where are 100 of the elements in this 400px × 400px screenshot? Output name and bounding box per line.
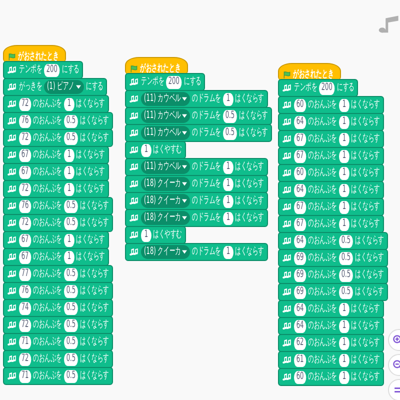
number-input[interactable]: 1 bbox=[338, 116, 350, 128]
number-input[interactable]: 69 bbox=[294, 286, 306, 298]
number-input[interactable]: 60 bbox=[294, 166, 306, 180]
code-block[interactable]: 64 のおんぷを 1 はくならす bbox=[278, 113, 384, 131]
number-input[interactable]: 0.5 bbox=[64, 114, 78, 128]
number-input[interactable]: 0.5 bbox=[64, 370, 78, 382]
number-input[interactable]: 64 bbox=[294, 320, 306, 332]
number-input[interactable]: 76 bbox=[19, 200, 32, 212]
code-block[interactable]: 72 のおんぷを 1 はくならす bbox=[3, 180, 110, 198]
code-block[interactable]: 72 のおんぷを 0.5 はくならす bbox=[3, 129, 113, 147]
code-block[interactable]: 76 のおんぷを 0.5 はくならす bbox=[3, 112, 113, 130]
number-input[interactable]: 61 bbox=[294, 354, 306, 366]
code-block[interactable]: 60 のおんぷを 1 はくならす bbox=[278, 368, 384, 386]
number-input[interactable]: 74 bbox=[19, 302, 32, 314]
code-block[interactable]: 67 のおんぷを 1 はくならす bbox=[3, 163, 110, 181]
number-input[interactable]: 1 bbox=[64, 98, 74, 110]
number-input[interactable]: 67 bbox=[19, 250, 32, 264]
number-input[interactable]: 72 bbox=[19, 132, 32, 144]
dropdown[interactable]: (1) ピアノ bbox=[44, 80, 84, 94]
number-input[interactable]: 71 bbox=[19, 336, 32, 348]
number-input[interactable]: 1 bbox=[222, 160, 234, 174]
code-block[interactable]: 67 のおんぷを 1 はくならす bbox=[3, 248, 110, 266]
number-input[interactable]: 0.5 bbox=[64, 216, 78, 230]
number-input[interactable]: 67 bbox=[19, 166, 32, 178]
number-input[interactable]: 72 bbox=[19, 182, 32, 196]
number-input[interactable]: 1 bbox=[338, 302, 350, 316]
number-input[interactable]: 200 bbox=[319, 82, 335, 94]
code-block[interactable]: 64 のおんぷを 1 はくならす bbox=[278, 181, 384, 199]
number-input[interactable]: 76 bbox=[19, 114, 32, 128]
number-input[interactable]: 67 bbox=[294, 132, 306, 146]
number-input[interactable]: 71 bbox=[19, 370, 32, 382]
number-input[interactable]: 1 bbox=[222, 194, 234, 208]
code-block[interactable]: 77 のおんぷを 0.5 はくならす bbox=[3, 265, 113, 283]
number-input[interactable]: 0.5 bbox=[222, 110, 237, 122]
code-block[interactable]: (18) クイーカ のドラムを 1 はくならす bbox=[125, 243, 268, 261]
number-input[interactable]: 0.5 bbox=[64, 268, 78, 280]
number-input[interactable]: 67 bbox=[294, 218, 306, 230]
code-block[interactable]: 1 はくやすむ bbox=[125, 141, 186, 159]
dropdown[interactable]: (18) クイーカ bbox=[141, 245, 190, 259]
number-input[interactable]: 0.5 bbox=[338, 268, 353, 282]
number-input[interactable]: 64 bbox=[294, 302, 306, 316]
number-input[interactable]: 62 bbox=[294, 336, 306, 350]
code-block[interactable]: 64 のおんぷを 0.5 はくならす bbox=[278, 232, 388, 250]
code-block[interactable]: テンポを 200 にする bbox=[278, 79, 358, 97]
code-block[interactable]: 67 のおんぷを 1 はくならす bbox=[278, 130, 384, 148]
number-input[interactable]: 200 bbox=[166, 76, 182, 88]
number-input[interactable]: 0.5 bbox=[64, 336, 78, 348]
number-input[interactable]: 64 bbox=[294, 184, 306, 196]
number-input[interactable]: 1 bbox=[338, 354, 350, 366]
number-input[interactable]: 0.5 bbox=[64, 352, 78, 366]
number-input[interactable]: 77 bbox=[19, 268, 32, 280]
number-input[interactable]: 1 bbox=[141, 144, 152, 156]
number-input[interactable]: 1 bbox=[338, 132, 350, 146]
code-block[interactable]: がっきを (1) ピアノ にする bbox=[3, 78, 108, 96]
code-block[interactable]: 69 のおんぷを 0.5 はくならす bbox=[278, 266, 388, 284]
number-input[interactable]: 76 bbox=[19, 284, 32, 298]
number-input[interactable]: 67 bbox=[19, 148, 32, 162]
code-block[interactable]: 67 のおんぷを 1 はくならす bbox=[3, 231, 110, 249]
code-block[interactable]: 71 のおんぷを 0.5 はくならす bbox=[3, 333, 113, 351]
number-input[interactable]: 69 bbox=[294, 268, 306, 282]
number-input[interactable]: 72 bbox=[19, 98, 32, 110]
number-input[interactable]: 0.5 bbox=[222, 126, 237, 140]
code-block[interactable]: 60 のおんぷを 1 はくならす bbox=[278, 164, 384, 182]
code-block[interactable]: 72 のおんぷを 0.5 はくならす bbox=[3, 350, 113, 368]
code-block[interactable]: (18) クイーカ のドラムを 1 はくならす bbox=[125, 192, 268, 210]
number-input[interactable]: 1 bbox=[338, 370, 350, 384]
code-block[interactable]: テンポを 200 にする bbox=[3, 61, 84, 79]
number-input[interactable]: 1 bbox=[222, 178, 234, 190]
code-block[interactable]: (18) クイーカ のドラムを 1 はくならす bbox=[125, 175, 268, 193]
number-input[interactable]: 67 bbox=[294, 150, 306, 162]
number-input[interactable]: 1 bbox=[222, 212, 234, 224]
code-block[interactable]: 67 のおんぷを 1 はくならす bbox=[278, 147, 384, 165]
number-input[interactable]: 72 bbox=[19, 352, 32, 366]
number-input[interactable]: 1 bbox=[338, 150, 350, 162]
code-block[interactable]: 76 のおんぷを 0.5 はくならす bbox=[3, 282, 113, 300]
number-input[interactable]: 72 bbox=[19, 216, 32, 230]
code-block[interactable]: テンポを 200 にする bbox=[125, 73, 206, 91]
code-block[interactable]: 72 のおんぷを 0.5 はくならす bbox=[3, 316, 113, 334]
code-block[interactable]: 61 のおんぷを 1 はくならす bbox=[278, 351, 384, 369]
number-input[interactable]: 64 bbox=[294, 234, 306, 248]
code-block[interactable]: 67 のおんぷを 1 はくならす bbox=[278, 198, 384, 216]
number-input[interactable]: 1 bbox=[222, 246, 234, 258]
number-input[interactable]: 60 bbox=[294, 98, 306, 112]
code-block[interactable]: 72 のおんぷを 0.5 はくならす bbox=[3, 214, 113, 232]
code-block[interactable]: 72 のおんぷを 1 はくならす bbox=[3, 95, 110, 113]
number-input[interactable]: 1 bbox=[222, 92, 234, 106]
number-input[interactable]: 1 bbox=[338, 336, 350, 350]
number-input[interactable]: 1 bbox=[64, 148, 74, 162]
code-block[interactable]: 71 のおんぷを 0.5 はくならす bbox=[3, 367, 113, 385]
number-input[interactable]: 0.5 bbox=[338, 252, 353, 264]
dropdown[interactable]: (11) カウベル bbox=[141, 109, 190, 123]
number-input[interactable]: 72 bbox=[19, 318, 32, 332]
code-block[interactable]: (11) カウベル のドラムを 0.5 はくならす bbox=[125, 107, 272, 125]
number-input[interactable]: 0.5 bbox=[338, 234, 353, 248]
number-input[interactable]: 0.5 bbox=[64, 302, 78, 314]
number-input[interactable]: 1 bbox=[64, 250, 74, 264]
code-block[interactable]: 67 のおんぷを 1 はくならす bbox=[278, 215, 384, 233]
code-block[interactable]: (11) カウベル のドラムを 1 はくならす bbox=[125, 90, 268, 108]
number-input[interactable]: 200 bbox=[44, 64, 60, 76]
code-block[interactable]: 69 のおんぷを 0.5 はくならす bbox=[278, 249, 388, 267]
